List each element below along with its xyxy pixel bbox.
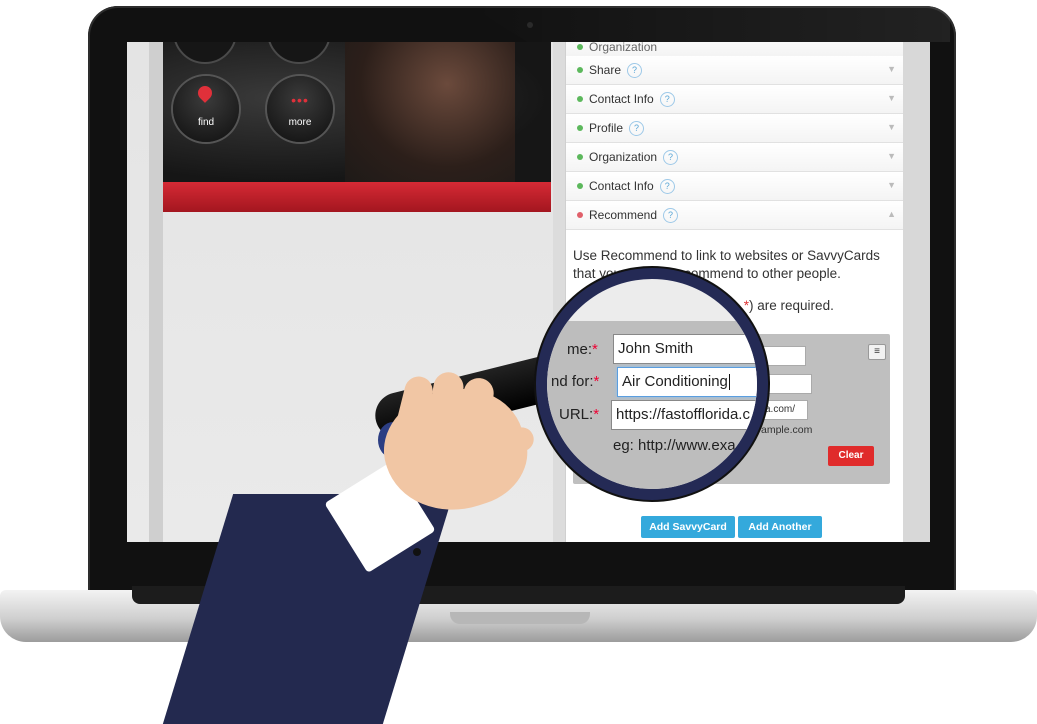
profile-photo: [345, 42, 515, 182]
accordion-row-partial[interactable]: Organization: [566, 42, 904, 57]
required-star: *: [592, 341, 598, 358]
accordion-row-share[interactable]: Share? ▼: [566, 56, 904, 85]
accordion-label: Recommend: [589, 208, 658, 222]
magnified-recommend-label: nd for:*: [551, 373, 599, 390]
accordion-label: Profile: [589, 121, 624, 135]
more-button[interactable]: ••• more: [267, 76, 333, 142]
magnified-name-input[interactable]: John Smith: [613, 334, 757, 364]
partial-circle-button[interactable]: [173, 42, 237, 64]
accordion-label-wrap: Organization?: [589, 150, 679, 166]
accordion-label: Organization: [589, 42, 658, 54]
help-icon[interactable]: ?: [663, 208, 679, 224]
required-suffix: ) are required.: [749, 298, 834, 313]
status-dot: [577, 125, 583, 131]
url-label-text: URL:: [559, 406, 594, 423]
magnified-url-label: URL:*: [559, 406, 599, 423]
accordion-label: Organization: [589, 150, 658, 164]
recommend-description: Use Recommend to link to websites or Sav…: [573, 248, 880, 281]
chevron-down-icon[interactable]: ▼: [887, 64, 896, 74]
magnifying-glass-lens: me:* John Smith nd for:* Air Conditionin…: [547, 279, 757, 489]
help-icon[interactable]: ?: [659, 92, 675, 108]
status-dot: [577, 96, 583, 102]
chevron-up-icon[interactable]: ▲: [887, 209, 896, 219]
text-cursor: [728, 374, 730, 391]
cufflink: [413, 548, 421, 556]
laptop-screen: find ••• more Organization Share? ▼ Cont…: [127, 42, 930, 542]
clear-button[interactable]: Clear: [828, 446, 874, 466]
accordion-label-wrap: Contact Info?: [589, 92, 675, 108]
right-edge-bar: [903, 42, 930, 542]
url-input-tail: a.com/: [765, 404, 796, 415]
help-icon[interactable]: ?: [663, 150, 679, 166]
hamburger-menu-icon[interactable]: ≡: [868, 344, 886, 360]
accordion-row-contact-info[interactable]: Contact Info? ▼: [566, 85, 904, 114]
accordion-row-organization[interactable]: Organization? ▼: [566, 143, 904, 172]
accordion-label: Share: [589, 63, 622, 77]
accordion-row-recommend[interactable]: Recommend? ▲: [566, 201, 904, 230]
status-dot: [577, 44, 583, 50]
add-another-button[interactable]: Add Another: [738, 516, 822, 538]
accordion-row-contact-info-2[interactable]: Contact Info? ▼: [566, 172, 904, 201]
accordion-label: Contact Info: [589, 179, 654, 193]
magnified-url-input[interactable]: https://fastofflorida.c: [611, 400, 757, 430]
help-icon[interactable]: ?: [627, 63, 643, 79]
accordion-label-wrap: Share?: [589, 63, 643, 79]
accordion-label-wrap: Contact Info?: [589, 179, 675, 195]
add-savvycard-button[interactable]: Add SavvyCard: [641, 516, 735, 538]
lid-gloss: [470, 6, 950, 42]
required-star: *: [593, 373, 600, 390]
more-dots-icon: •••: [291, 92, 309, 108]
map-pin-icon: [195, 83, 215, 103]
laptop-notch: [450, 612, 590, 624]
accordion-label-wrap: Recommend?: [589, 208, 679, 224]
help-icon[interactable]: ?: [629, 121, 645, 137]
name-label-text: me:: [567, 341, 593, 358]
url-input-edge[interactable]: a.com/: [761, 400, 808, 420]
red-banner: [163, 182, 551, 212]
left-column-edge: [149, 42, 163, 542]
status-dot: [577, 212, 583, 218]
find-button[interactable]: find: [173, 76, 239, 142]
accordion-label: Contact Info: [589, 92, 654, 106]
accordion-label-wrap: Profile?: [589, 121, 645, 137]
help-icon[interactable]: ?: [659, 179, 675, 195]
accordion-row-profile[interactable]: Profile? ▼: [566, 114, 904, 143]
chevron-down-icon[interactable]: ▼: [887, 180, 896, 190]
webcam: [527, 22, 533, 28]
more-button-label: more: [288, 117, 312, 128]
recommend-input-value: Air Conditioning: [622, 373, 728, 390]
magnified-recommend-input[interactable]: Air Conditioning: [617, 367, 757, 397]
chevron-down-icon[interactable]: ▼: [887, 93, 896, 103]
url-example-tail: ample.com: [761, 424, 813, 436]
status-dot: [577, 154, 583, 160]
chevron-down-icon[interactable]: ▼: [887, 122, 896, 132]
magnified-url-example: eg: http://www.exa: [613, 437, 736, 454]
status-dot: [577, 67, 583, 73]
chevron-down-icon[interactable]: ▼: [887, 151, 896, 161]
magnified-form: me:* John Smith nd for:* Air Conditionin…: [547, 279, 757, 489]
recommend-label-text: nd for:: [551, 373, 594, 390]
magnified-name-label: me:*: [567, 341, 598, 358]
find-button-label: find: [197, 117, 215, 128]
partial-circle-button[interactable]: [267, 42, 331, 64]
required-star: *: [593, 406, 600, 423]
status-dot: [577, 183, 583, 189]
